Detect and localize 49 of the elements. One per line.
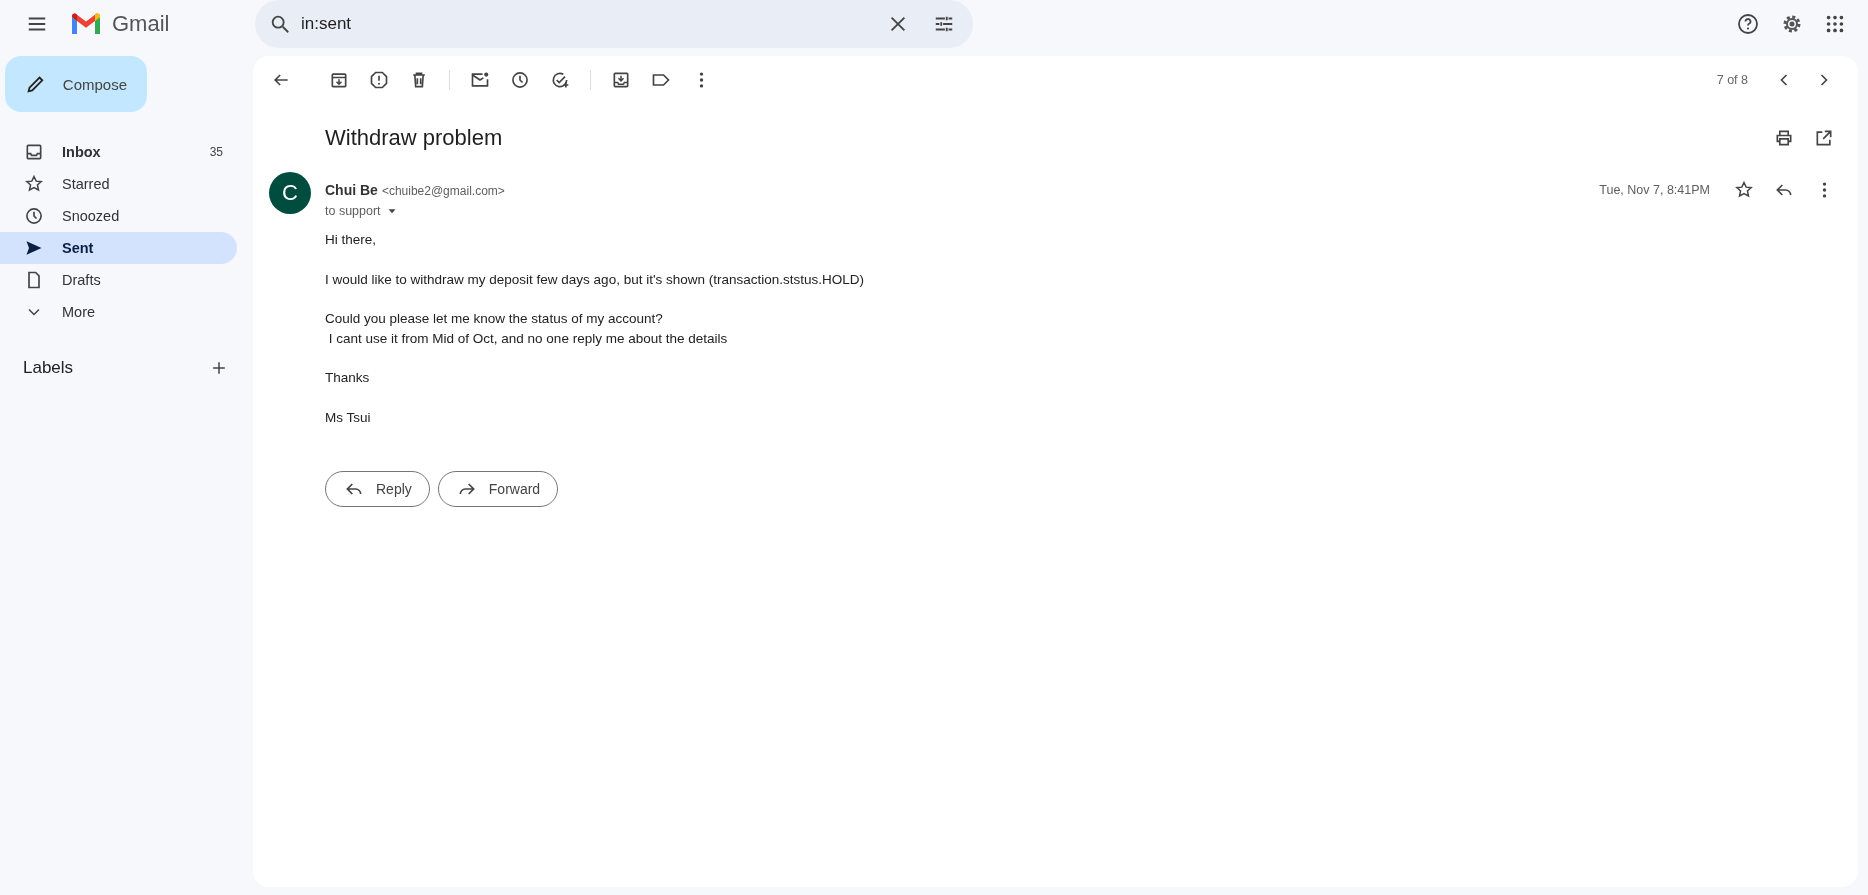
message-paragraph: Thanks (325, 369, 371, 387)
message-paragraph: Ms Tsui (325, 408, 372, 427)
check-circle-plus-icon (550, 70, 570, 90)
help-icon (1736, 12, 1760, 36)
sidebar-item[interactable]: Sent (0, 232, 237, 264)
octagon-alert-icon (369, 70, 389, 90)
sidebar-item[interactable]: Starred (0, 168, 237, 200)
kebab-menu-icon (698, 72, 704, 88)
search-bar[interactable]: in:sent (255, 0, 973, 48)
forward-button[interactable]: Forward (437, 471, 559, 507)
compose-button[interactable]: Compose (5, 56, 147, 112)
message-date: Tue, Nov 7, 8:41PM (1599, 183, 1710, 197)
recipients-dropdown[interactable]: to support (325, 204, 399, 218)
grid-icon (1824, 13, 1846, 35)
labels-heading: Labels (23, 358, 74, 378)
sender-email: <chuibe2@gmail.com> (381, 184, 505, 198)
kebab-menu-icon (1821, 182, 1827, 198)
star-icon (1734, 180, 1754, 200)
item-label: Starred (62, 176, 110, 192)
message-paragraph: Hi there, (325, 231, 378, 249)
inbox-tray-icon (24, 142, 44, 162)
clock-icon (510, 70, 530, 90)
item-label: Drafts (62, 272, 101, 288)
item-label: Inbox (62, 144, 101, 160)
search-icon (269, 13, 291, 35)
message-subject: Withdraw problem (325, 125, 503, 151)
envelope-dot-icon (470, 70, 490, 90)
item-label: Sent (62, 240, 94, 256)
sender-name: Chui Be (325, 182, 378, 198)
sidebar-item[interactable]: Drafts (0, 264, 237, 296)
unread-count: 35 (209, 145, 223, 159)
app-name: Gmail (112, 11, 170, 37)
item-label: More (62, 304, 96, 320)
message-paragraph: Could you please let me know the status of my account? I cant use it from Mid of Oct, and no one reply me about the details (325, 310, 729, 348)
reply-button[interactable]: Reply (325, 471, 430, 507)
sender-avatar: C (269, 172, 311, 214)
item-label: Snoozed (62, 208, 120, 224)
open-external-icon (1814, 128, 1834, 148)
search-field[interactable]: in:sent (299, 13, 871, 35)
printer-icon (1774, 128, 1794, 148)
sidebar-item[interactable]: More (0, 296, 237, 328)
sidebar-item[interactable]: Snoozed (0, 200, 237, 232)
clock-icon (24, 206, 44, 226)
message-position: 7 of 8 (1716, 73, 1748, 87)
archive-box-icon (329, 70, 349, 90)
star-icon (24, 174, 44, 194)
envelope-logo-icon (70, 12, 102, 36)
message-paragraph: I would like to withdraw my deposit few days ago, but it's shown (transaction.ststus.HOLD) (325, 270, 866, 289)
sidebar-item[interactable]: Inbox 35 (0, 136, 237, 168)
